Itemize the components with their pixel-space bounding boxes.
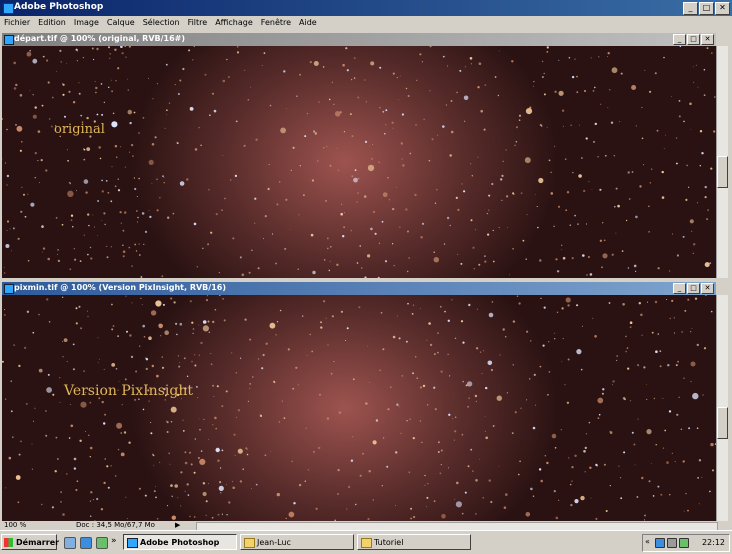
menu-edition[interactable]: Edition bbox=[38, 16, 66, 30]
task-label: Tutoriel bbox=[374, 538, 404, 547]
task-label: Adobe Photoshop bbox=[140, 538, 220, 547]
taskbar: Démarrer » Adobe Photoshop Jean-Luc Tuto… bbox=[0, 530, 732, 554]
task-label: Jean-Luc bbox=[257, 538, 291, 547]
doc-close-button[interactable]: ✕ bbox=[701, 283, 714, 294]
minimize-button[interactable]: _ bbox=[683, 2, 698, 15]
menu-calque[interactable]: Calque bbox=[107, 16, 135, 30]
menu-affichage[interactable]: Affichage bbox=[215, 16, 253, 30]
zoom-level[interactable]: 100 % bbox=[4, 521, 26, 529]
clock: 22:12 bbox=[701, 538, 725, 547]
app-title-bar[interactable]: Adobe Photoshop _ □ ✕ bbox=[0, 0, 732, 16]
folder-icon bbox=[244, 538, 255, 548]
document-title: pixmin.tif @ 100% (Version PixInsight, R… bbox=[14, 283, 226, 292]
document-size: Doc : 34,5 Mo/67,7 Mo bbox=[76, 521, 155, 529]
doc-minimize-button[interactable]: _ bbox=[673, 283, 686, 294]
system-tray: « 22:12 bbox=[642, 534, 730, 552]
menu-fichier[interactable]: Fichier bbox=[4, 16, 30, 30]
menu-bar: Fichier Edition Image Calque Sélection F… bbox=[0, 16, 732, 30]
scroll-thumb[interactable] bbox=[717, 407, 728, 439]
document-title-bar-pixinsight[interactable]: pixmin.tif @ 100% (Version PixInsight, R… bbox=[2, 282, 716, 295]
quicklaunch-more-icon[interactable]: » bbox=[111, 536, 117, 546]
document-title: départ.tif @ 100% (original, RVB/16#) bbox=[14, 34, 186, 43]
document-icon bbox=[4, 35, 14, 45]
task-adobe-photoshop[interactable]: Adobe Photoshop bbox=[123, 534, 237, 550]
maximize-button[interactable]: □ bbox=[699, 2, 714, 15]
task-jean-luc[interactable]: Jean-Luc bbox=[240, 534, 354, 550]
document-title-bar-original[interactable]: départ.tif @ 100% (original, RVB/16#) _ … bbox=[2, 33, 716, 46]
doc-maximize-button[interactable]: □ bbox=[687, 283, 700, 294]
security-icon[interactable] bbox=[679, 538, 689, 548]
status-arrow-icon[interactable]: ▶ bbox=[175, 521, 180, 529]
doc-minimize-button[interactable]: _ bbox=[673, 34, 686, 45]
desktop-icon[interactable] bbox=[64, 537, 76, 549]
menu-aide[interactable]: Aide bbox=[299, 16, 317, 30]
media-icon[interactable] bbox=[96, 537, 108, 549]
menu-filtre[interactable]: Filtre bbox=[188, 16, 208, 30]
folder-icon bbox=[361, 538, 372, 548]
vertical-scrollbar[interactable] bbox=[716, 295, 728, 521]
menu-fenetre[interactable]: Fenêtre bbox=[261, 16, 291, 30]
start-label: Démarrer bbox=[16, 538, 60, 547]
internet-explorer-icon[interactable] bbox=[80, 537, 92, 549]
scroll-thumb[interactable] bbox=[717, 156, 728, 188]
network-icon[interactable] bbox=[655, 538, 665, 548]
menu-selection[interactable]: Sélection bbox=[143, 16, 180, 30]
start-button[interactable]: Démarrer bbox=[1, 534, 60, 550]
status-bar: 100 % Doc : 34,5 Mo/67,7 Mo ▶ bbox=[0, 521, 732, 531]
tray-expand-icon[interactable]: « bbox=[645, 537, 650, 546]
nebula-image bbox=[2, 46, 716, 278]
task-tutoriel[interactable]: Tutoriel bbox=[357, 534, 471, 550]
image-canvas-original[interactable]: original bbox=[2, 46, 716, 278]
windows-logo-icon bbox=[4, 538, 13, 547]
doc-close-button[interactable]: ✕ bbox=[701, 34, 714, 45]
menu-image[interactable]: Image bbox=[74, 16, 99, 30]
image-canvas-pixinsight[interactable]: Version PixInsight bbox=[2, 295, 716, 521]
document-icon bbox=[4, 284, 14, 294]
app-title: Adobe Photoshop bbox=[14, 2, 104, 12]
close-button[interactable]: ✕ bbox=[715, 2, 730, 15]
photoshop-icon bbox=[3, 3, 14, 14]
doc-maximize-button[interactable]: □ bbox=[687, 34, 700, 45]
nebula-image bbox=[2, 295, 716, 521]
caption-pixinsight: Version PixInsight bbox=[64, 383, 193, 399]
volume-icon[interactable] bbox=[667, 538, 677, 548]
photoshop-icon bbox=[127, 538, 138, 548]
vertical-scrollbar[interactable] bbox=[716, 46, 728, 278]
caption-original: original bbox=[54, 122, 105, 137]
